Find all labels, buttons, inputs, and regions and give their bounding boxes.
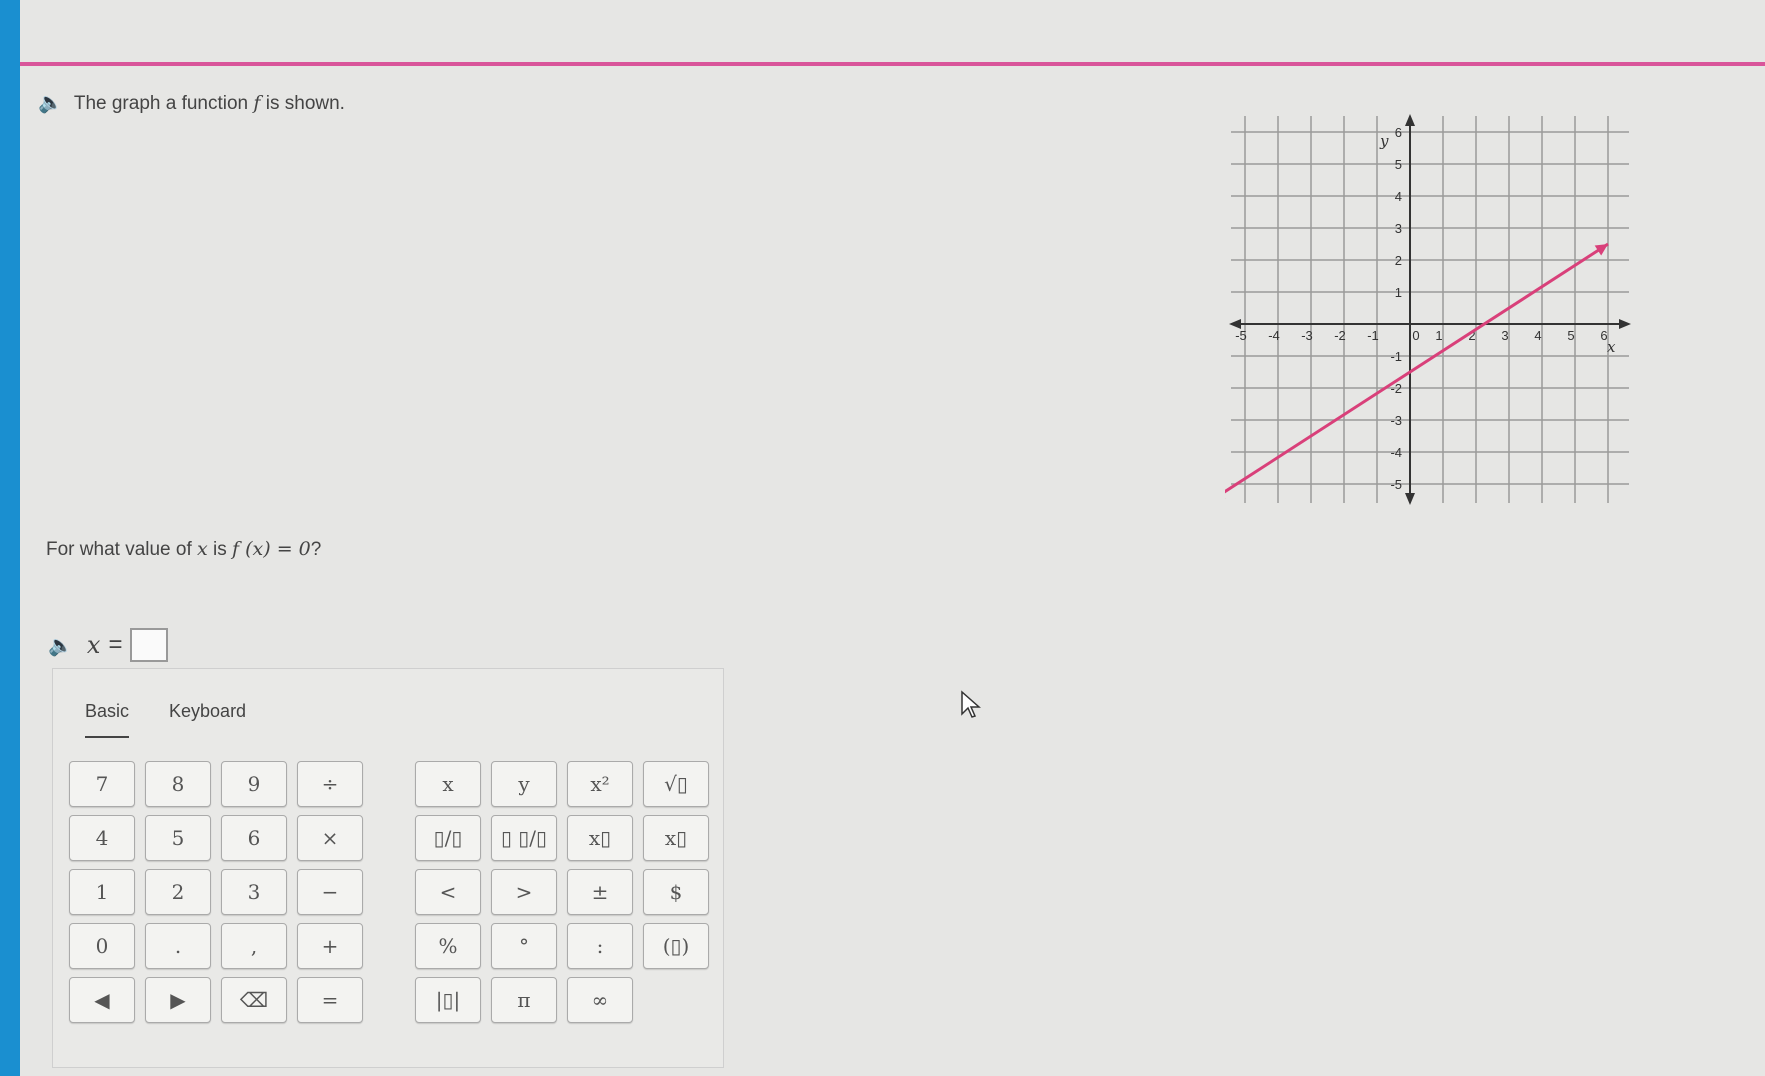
keypad-left-grid: 7 8 9 ÷ 4 5 6 × 1 2 3− 0., + ◀ ▶ ⌫ =	[69, 761, 363, 1023]
y-tick--5: -5	[1390, 477, 1402, 492]
y-axis-arrow-down	[1405, 493, 1415, 505]
y-axis-label: y	[1379, 132, 1389, 150]
right-key-12[interactable]: %	[415, 923, 481, 969]
left-key-17[interactable]: ▶	[145, 977, 211, 1023]
right-key-1[interactable]: y	[491, 761, 557, 807]
speaker-icon-answer[interactable]: 🔈	[48, 633, 73, 658]
right-key-11[interactable]: $	[643, 869, 709, 915]
right-key-10[interactable]: ±	[567, 869, 633, 915]
y-tick-4: 4	[1395, 189, 1402, 204]
x-tick-1: 1	[1435, 328, 1442, 343]
y-tick-2: 2	[1395, 253, 1402, 268]
left-key-11[interactable]: −	[297, 869, 363, 915]
keypad-tabs: Basic Keyboard	[85, 701, 246, 738]
answer-equals: =	[108, 631, 123, 658]
right-key-9[interactable]: >	[491, 869, 557, 915]
left-key-14[interactable]: ,	[221, 923, 287, 969]
right-key-6[interactable]: x▯	[567, 815, 633, 861]
left-key-9[interactable]: 2	[145, 869, 211, 915]
x-tick-5: 5	[1567, 328, 1574, 343]
left-key-1[interactable]: 8	[145, 761, 211, 807]
left-key-4[interactable]: 4	[69, 815, 135, 861]
prompt-suffix: ?	[310, 539, 322, 560]
y-tick-3: 3	[1395, 221, 1402, 236]
left-key-2[interactable]: 9	[221, 761, 287, 807]
right-key-0[interactable]: x	[415, 761, 481, 807]
answer-input[interactable]	[130, 628, 169, 662]
right-key-4[interactable]: ▯/▯	[415, 815, 481, 861]
tab-keyboard[interactable]: Keyboard	[169, 701, 246, 738]
answer-row: 🔈 x =	[48, 628, 169, 662]
answer-var: x	[86, 631, 101, 659]
prompt-expr: f (x) = 0	[232, 538, 311, 560]
left-key-7[interactable]: ×	[297, 815, 363, 861]
left-key-8[interactable]: 1	[69, 869, 135, 915]
x-axis-label: x	[1607, 338, 1616, 356]
math-keypad: Basic Keyboard 7 8 9 ÷ 4 5 6 × 1 2 3− 0., + ◀ ▶ ⌫ = x y x²…	[52, 668, 724, 1068]
function-line	[1225, 242, 1609, 494]
right-key-17[interactable]: π	[491, 977, 557, 1023]
left-key-6[interactable]: 6	[221, 815, 287, 861]
right-key-2[interactable]: x²	[567, 761, 633, 807]
mouse-pointer-icon	[961, 690, 981, 718]
left-key-16[interactable]: ◀	[69, 977, 135, 1023]
left-key-15[interactable]: +	[297, 923, 363, 969]
right-key-18[interactable]: ∞	[567, 977, 633, 1023]
x-tick--5: -5	[1235, 328, 1247, 343]
x-tick-4: 4	[1534, 328, 1541, 343]
keypad-right-grid: x y x² √▯ ▯/▯ ▯ ▯/▯ x▯ x▯ < > ± $% °: (▯) |▯| π ∞	[415, 761, 709, 1023]
x-tick-0: 0	[1412, 328, 1419, 343]
prompt-mid: is	[213, 539, 227, 560]
y-tick-6: 6	[1395, 125, 1402, 140]
y-tick-5: 5	[1395, 157, 1402, 172]
graph-axes	[1229, 114, 1631, 505]
graph-ticks: -6-5-4-3-2-10123456654321-1-2-3-4-5-6xy	[1235, 125, 1616, 492]
speaker-icon[interactable]: 🔈	[38, 90, 63, 115]
x-tick-3: 3	[1501, 328, 1508, 343]
left-key-10[interactable]: 3	[221, 869, 287, 915]
intro-func: f	[253, 92, 261, 114]
left-key-3[interactable]: ÷	[297, 761, 363, 807]
x-tick--1: -1	[1367, 328, 1379, 343]
left-accent-bar	[0, 0, 20, 1076]
right-key-15[interactable]: (▯)	[643, 923, 709, 969]
y-tick--3: -3	[1390, 413, 1402, 428]
prompt-prefix: For what value of	[46, 539, 192, 560]
prompt-var: x	[197, 538, 208, 560]
question-prompt: For what value of x is f (x) = 0?	[46, 538, 321, 561]
x-tick--2: -2	[1334, 328, 1346, 343]
top-divider	[20, 62, 1765, 66]
intro-suffix: is shown.	[265, 93, 345, 114]
intro-prefix: The graph a function	[73, 93, 249, 114]
y-tick--1: -1	[1390, 349, 1402, 364]
right-key-7[interactable]: x▯	[643, 815, 709, 861]
right-key-8[interactable]: <	[415, 869, 481, 915]
x-tick--4: -4	[1268, 328, 1280, 343]
x-tick--3: -3	[1301, 328, 1313, 343]
x-axis-arrow-right	[1619, 319, 1631, 329]
y-axis-arrow-up	[1405, 114, 1415, 126]
right-key-5[interactable]: ▯ ▯/▯	[491, 815, 557, 861]
left-key-12[interactable]: 0	[69, 923, 135, 969]
graph-grid	[1231, 116, 1629, 503]
right-key-13[interactable]: °	[491, 923, 557, 969]
left-key-5[interactable]: 5	[145, 815, 211, 861]
function-graph: -6-5-4-3-2-10123456654321-1-2-3-4-5-6xy	[1225, 114, 1631, 505]
left-key-0[interactable]: 7	[69, 761, 135, 807]
right-key-16[interactable]: |▯|	[415, 977, 481, 1023]
left-key-18[interactable]: ⌫	[221, 977, 287, 1023]
question-intro: 🔈 The graph a function f is shown.	[38, 90, 345, 115]
left-key-13[interactable]: .	[145, 923, 211, 969]
left-key-19[interactable]: =	[297, 977, 363, 1023]
tab-basic[interactable]: Basic	[85, 701, 130, 738]
y-tick--4: -4	[1390, 445, 1402, 460]
y-tick-1: 1	[1395, 285, 1402, 300]
right-key-3[interactable]: √▯	[643, 761, 709, 807]
right-key-14[interactable]: :	[567, 923, 633, 969]
